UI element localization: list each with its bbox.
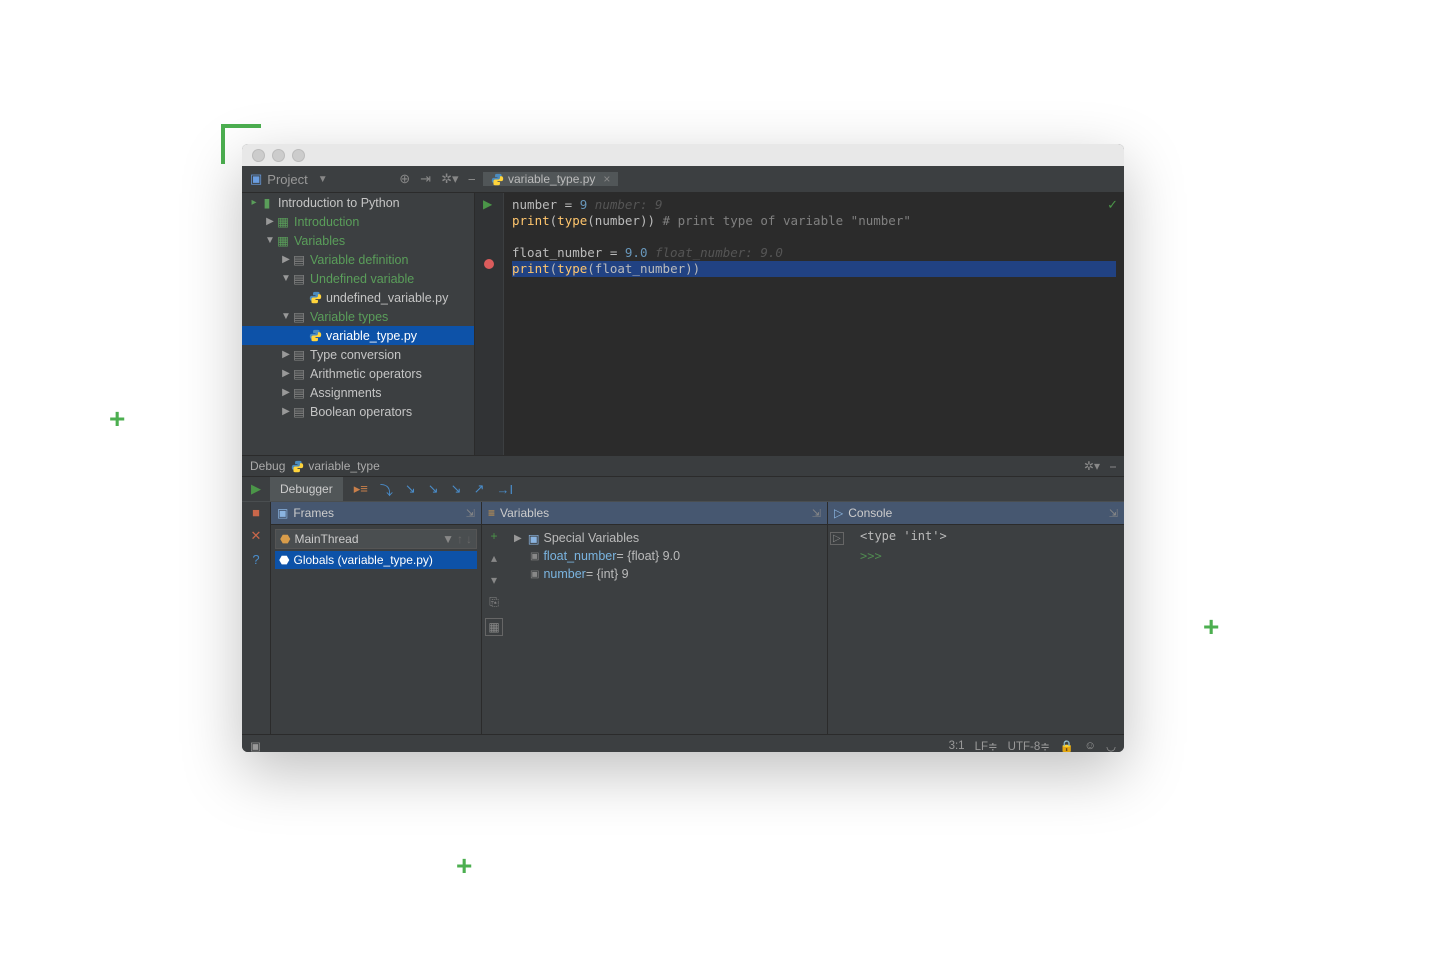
zoom-traffic-light[interactable] xyxy=(292,149,305,162)
variables-icon: ≡ xyxy=(488,506,495,520)
run-gutter-icon[interactable]: ▶ xyxy=(483,197,503,211)
hide-icon[interactable]: ⎯ xyxy=(1110,459,1116,474)
pin-icon[interactable]: ⇲ xyxy=(812,507,821,520)
console-panel: ▷Console⇲ ▷ <type 'int'> >>> xyxy=(828,502,1124,734)
variable-row[interactable]: ▣number = {int} 9 xyxy=(510,565,823,583)
force-step-into-icon[interactable]: ↘ xyxy=(451,481,462,497)
tree-item[interactable]: ▼▤Undefined variable xyxy=(242,269,474,288)
console-prompt[interactable]: >>> xyxy=(860,549,1118,563)
thread-selector[interactable]: ⬣ MainThread ▼↑↓ xyxy=(275,529,477,549)
cursor-position[interactable]: 3:1 xyxy=(949,740,965,752)
prev-frame-icon[interactable]: ↑ xyxy=(457,532,463,546)
analysis-ok-icon[interactable]: ✓ xyxy=(1107,197,1118,213)
status-icon[interactable]: ▣ xyxy=(250,739,261,752)
view-icon[interactable]: ▦ xyxy=(485,618,502,636)
project-tool-icon[interactable]: ▣ xyxy=(250,171,262,187)
tree-item[interactable]: ▶▤Boolean operators xyxy=(242,402,474,421)
close-traffic-light[interactable] xyxy=(252,149,265,162)
help-icon[interactable]: ? xyxy=(252,552,259,567)
collapse-icon[interactable]: ⇥ xyxy=(420,171,431,187)
close-session-icon[interactable]: ✕ xyxy=(251,528,262,544)
frames-panel: ▣Frames⇲ ⬣ MainThread ▼↑↓ ⬣ Globals (var… xyxy=(271,502,482,734)
top-toolbar: ▣ Project ▼ ⊕ ⇥ ✲▾ ⎯ variable_type.py × xyxy=(242,166,1124,193)
file-encoding[interactable]: UTF-8≑ xyxy=(1008,739,1050,752)
project-tree[interactable]: ▸ ▮ Introduction to Python ▶▦Introductio… xyxy=(242,193,475,455)
breakpoint-icon[interactable] xyxy=(484,259,494,269)
editor-tab-label: variable_type.py xyxy=(508,172,595,186)
code-area[interactable]: number = 9 number: 9 print(type(number))… xyxy=(504,193,1124,455)
debugger-tab[interactable]: Debugger xyxy=(270,477,344,501)
gear-icon[interactable]: ✲▾ xyxy=(1084,459,1100,474)
variables-panel: ≡Variables⇲ + ▴ ▾ ⎘ ▦ ▶▣Special Variable… xyxy=(482,502,828,734)
nav-up-icon[interactable]: ▴ xyxy=(491,551,497,565)
python-file-icon xyxy=(491,173,504,186)
show-execution-point-icon[interactable]: ▸≡ xyxy=(354,481,368,497)
project-tool-label[interactable]: Project xyxy=(267,172,307,187)
gear-icon[interactable]: ✲▾ xyxy=(441,171,458,187)
debug-tool-header[interactable]: Debug variable_type ✲▾ ⎯ xyxy=(242,455,1124,477)
stop-icon[interactable]: ■ xyxy=(252,505,260,520)
python-file-icon xyxy=(291,460,304,473)
debug-side-toolbar: ■ ✕ ? xyxy=(242,502,271,734)
console-output[interactable]: <type 'int'> >>> xyxy=(854,525,1124,734)
line-separator[interactable]: LF≑ xyxy=(975,739,998,752)
frame-row[interactable]: ⬣ Globals (variable_type.py) xyxy=(275,551,477,569)
tree-item[interactable]: variable_type.py xyxy=(242,326,474,345)
hide-icon[interactable]: ⎯ xyxy=(469,171,476,187)
close-tab-icon[interactable]: × xyxy=(603,172,610,186)
lock-icon[interactable]: 🔒 xyxy=(1060,739,1074,752)
tree-root[interactable]: ▸ ▮ Introduction to Python xyxy=(242,193,474,212)
console-icon: ▷ xyxy=(834,506,843,520)
pin-icon[interactable]: ⇲ xyxy=(1109,507,1118,520)
tree-item[interactable]: ▶▤Arithmetic operators xyxy=(242,364,474,383)
tree-item[interactable]: undefined_variable.py xyxy=(242,288,474,307)
step-over-icon[interactable]: ⤵ xyxy=(380,480,393,499)
project-view-dropdown[interactable]: ▼ xyxy=(318,174,328,185)
step-out-icon[interactable]: ↗ xyxy=(474,481,485,497)
decor-plus: + xyxy=(1203,613,1219,641)
locate-icon[interactable]: ⊕ xyxy=(399,171,410,187)
code-editor[interactable]: ▶ number = 9 number: 9 print(type(number… xyxy=(475,193,1124,455)
copy-icon[interactable]: ⎘ xyxy=(489,595,499,610)
globals-icon: ⬣ xyxy=(279,553,289,567)
inspector-icon[interactable]: ☺ xyxy=(1084,740,1096,752)
pin-icon[interactable]: ⇲ xyxy=(466,507,475,520)
chat-icon[interactable]: ◡ xyxy=(1106,739,1116,752)
ide-window: ▣ Project ▼ ⊕ ⇥ ✲▾ ⎯ variable_type.py × xyxy=(242,144,1124,752)
thread-icon: ⬣ xyxy=(280,532,290,546)
editor-gutter[interactable]: ▶ xyxy=(475,193,504,455)
add-watch-icon[interactable]: + xyxy=(490,529,497,543)
tree-item[interactable]: ▶▦Introduction xyxy=(242,212,474,231)
console-toggle-icon[interactable]: ▷ xyxy=(830,532,844,545)
minimize-traffic-light[interactable] xyxy=(272,149,285,162)
tree-item[interactable]: ▶▤Variable definition xyxy=(242,250,474,269)
special-variables-row[interactable]: ▶▣Special Variables xyxy=(510,529,823,547)
frames-icon: ▣ xyxy=(277,506,288,520)
next-frame-icon[interactable]: ↓ xyxy=(466,532,472,546)
tree-item[interactable]: ▶▤Type conversion xyxy=(242,345,474,364)
step-into-icon[interactable]: ↘ xyxy=(405,481,416,497)
tree-item[interactable]: ▼▦Variables xyxy=(242,231,474,250)
run-to-cursor-icon[interactable]: →I xyxy=(496,482,513,497)
variable-row[interactable]: ▣float_number = {float} 9.0 xyxy=(510,547,823,565)
decor-plus: + xyxy=(109,405,125,433)
thread-dropdown-icon[interactable]: ▼ xyxy=(442,532,454,546)
step-into-my-code-icon[interactable]: ↘ xyxy=(428,481,439,497)
status-bar: ▣ 3:1 LF≑ UTF-8≑ 🔒 ☺ ◡ xyxy=(242,734,1124,752)
window-titlebar xyxy=(242,144,1124,166)
editor-tab[interactable]: variable_type.py × xyxy=(483,172,619,186)
decor-plus: + xyxy=(456,852,472,880)
tree-item[interactable]: ▼▤Variable types xyxy=(242,307,474,326)
tree-item[interactable]: ▶▤Assignments xyxy=(242,383,474,402)
nav-down-icon[interactable]: ▾ xyxy=(491,573,497,587)
resume-icon[interactable]: ▶ xyxy=(251,481,261,497)
debug-toolbar: ▶ Debugger ▸≡ ⤵ ↘ ↘ ↘ ↗ →I xyxy=(242,477,1124,502)
